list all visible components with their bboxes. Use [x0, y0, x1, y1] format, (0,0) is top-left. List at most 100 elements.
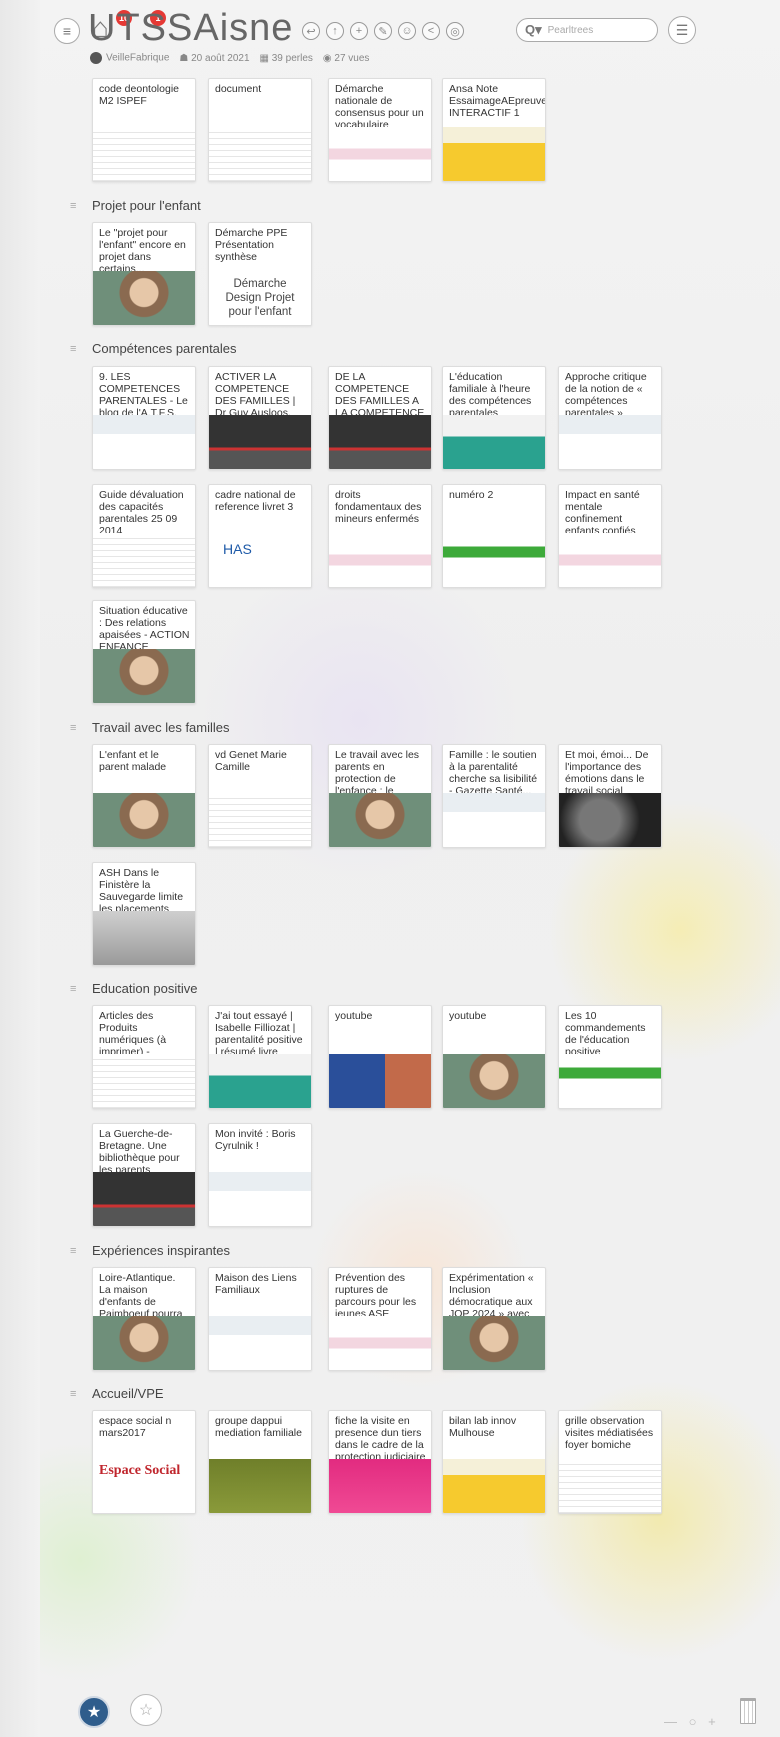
pearl-thumbnail — [93, 1172, 195, 1226]
section-title[interactable]: ≡ Education positive — [70, 981, 198, 996]
pearl-card[interactable]: Démarche PPE Présentation synthèse Démarc… — [208, 222, 312, 326]
pearl-card[interactable]: Le "projet pour l'enfant" encore en proj… — [92, 222, 196, 326]
pearl-title: Prévention des ruptures de parcours pour… — [335, 1272, 417, 1318]
pearl-card[interactable]: Loire-Atlantique. La maison d'enfants de… — [92, 1267, 196, 1371]
share-icon[interactable]: < — [422, 22, 440, 40]
pearl-title: youtube — [449, 1010, 487, 1022]
pearl-card[interactable]: DE LA COMPETENCE DES FAMILLES A LA COMPE… — [328, 366, 432, 470]
pearl-card[interactable]: numéro 2 — [442, 484, 546, 588]
pearl-title: Démarche PPE Présentation synthèse — [215, 227, 288, 263]
pearl-card[interactable]: Articles des Produits numériques (à impr… — [92, 1005, 196, 1109]
section-title[interactable]: ≡ Expériences inspirantes — [70, 1243, 230, 1258]
pearl-title: La Guerche-de-Bretagne. Une bibliothèque… — [99, 1128, 180, 1174]
pearl-card[interactable]: vd Genet Marie Camille — [208, 744, 312, 848]
pearl-title: droits fondamentaux des mineurs enfermés — [335, 489, 422, 525]
pearl-card[interactable]: Impact en santé mentale confinement enfa… — [558, 484, 662, 588]
pearl-card[interactable]: Guide dévaluation des capacités parental… — [92, 484, 196, 588]
pearl-card[interactable]: Les 10 commandements de l'éducation posi… — [558, 1005, 662, 1109]
section-title[interactable]: ≡ Accueil/VPE — [70, 1386, 164, 1401]
pearl-card[interactable]: bilan lab innov Mulhouse — [442, 1410, 546, 1514]
pearl-card[interactable]: L'éducation familiale à l'heure des comp… — [442, 366, 546, 470]
pearl-card[interactable]: Le travail avec les parents en protectio… — [328, 744, 432, 848]
pearl-card[interactable]: Ansa Note EssaimageAEpreuveTerrain INTER… — [442, 78, 546, 182]
pearl-card[interactable]: Démarche nationale de consensus pour un … — [328, 78, 432, 182]
section-title[interactable]: ≡ Projet pour l'enfant — [70, 198, 201, 213]
pearl-card[interactable]: cadre national de reference livret 3 HAS — [208, 484, 312, 588]
pearl-title: L'enfant et le parent malade — [99, 749, 167, 773]
pearl-card[interactable]: Famille : le soutien à la parentalité ch… — [442, 744, 546, 848]
pearl-card[interactable]: Prévention des ruptures de parcours pour… — [328, 1267, 432, 1371]
bottom-bar: ★ ☆ — ○ + — [0, 1690, 780, 1737]
view-count-text: 27 vues — [334, 52, 370, 64]
pearl-thumbnail — [329, 533, 431, 587]
search-input[interactable]: Q▾ Pearltrees — [516, 18, 658, 42]
avatar — [90, 52, 102, 64]
pearl-card[interactable]: Et moi, émoi... De l'importance des émot… — [558, 744, 662, 848]
pearl-card[interactable]: droits fondamentaux des mineurs enfermés — [328, 484, 432, 588]
pearl-thumbnail — [209, 1172, 311, 1226]
pearl-card[interactable]: espace social n mars2017 Espace Social — [92, 1410, 196, 1514]
edit-icon[interactable]: ✎ — [374, 22, 392, 40]
trash-icon[interactable] — [740, 1698, 756, 1724]
collection-star-icon[interactable]: ★ — [78, 1696, 110, 1728]
pearl-thumbnail — [559, 1054, 661, 1108]
pearl-thumbnail — [443, 415, 545, 469]
drag-handle-icon[interactable]: ≡ — [70, 200, 80, 212]
star-icon[interactable]: ☆ — [130, 1694, 162, 1726]
drag-handle-icon[interactable]: ≡ — [70, 343, 80, 355]
search-icon: Q▾ — [525, 22, 542, 37]
team-icon[interactable]: ☺ — [398, 22, 416, 40]
pearl-card[interactable]: Situation éducative : Des relations apai… — [92, 600, 196, 704]
target-icon[interactable]: ◎ — [446, 22, 464, 40]
section-title-text: Compétences parentales — [92, 341, 237, 356]
pearl-title: Démarche nationale de consensus pour un … — [335, 83, 424, 129]
pearl-card[interactable]: ACTIVER LA COMPETENCE DES FAMILLES | Dr … — [208, 366, 312, 470]
pearl-title: vd Genet Marie Camille — [215, 749, 287, 773]
pearl-thumbnail — [209, 127, 311, 181]
pearl-card[interactable]: groupe dappui mediation familiale — [208, 1410, 312, 1514]
back-icon[interactable]: ↩ — [302, 22, 320, 40]
pearl-title: numéro 2 — [449, 489, 494, 501]
pearl-card[interactable]: L'enfant et le parent malade — [92, 744, 196, 848]
pearl-title: Articles des Produits numériques (à impr… — [99, 1010, 167, 1056]
pearl-card[interactable]: La Guerche-de-Bretagne. Une bibliothèque… — [92, 1123, 196, 1227]
menu-icon[interactable]: ≡ — [54, 18, 80, 44]
pearl-card[interactable]: Mon invité : Boris Cyrulnik ! — [208, 1123, 312, 1227]
pearl-thumbnail — [443, 127, 545, 181]
pearl-card[interactable]: ASH Dans le Finistère la Sauvegarde limi… — [92, 862, 196, 966]
pearl-card[interactable]: Expérimentation « Inclusion démocratique… — [442, 1267, 546, 1371]
pearl-card[interactable]: Approche critique de la notion de « comp… — [558, 366, 662, 470]
up-arrow-icon[interactable]: ↑ — [326, 22, 344, 40]
pearl-thumbnail — [329, 1316, 431, 1370]
thumbnail-text: Démarche Design Projet pour l'enfant — [225, 278, 295, 318]
section-title[interactable]: ≡ Travail avec les familles — [70, 720, 230, 735]
pearl-card[interactable]: fiche la visite en presence dun tiers da… — [328, 1410, 432, 1514]
zoom-control[interactable]: — ○ + — [664, 1714, 720, 1729]
author[interactable]: VeilleFabrique — [90, 52, 169, 64]
pearl-card[interactable]: code deontologie M2 ISPEF — [92, 78, 196, 182]
section-title-text: Travail avec les familles — [92, 720, 230, 735]
options-menu-icon[interactable]: ☰ — [668, 16, 696, 44]
add-icon[interactable]: + — [350, 22, 368, 40]
pearl-card[interactable]: Maison des Liens Familiaux — [208, 1267, 312, 1371]
drag-handle-icon[interactable]: ≡ — [70, 1245, 80, 1257]
pearl-thumbnail — [209, 1316, 311, 1370]
pearl-title: Impact en santé mentale confinement enfa… — [565, 489, 640, 535]
top-bar: ≡ ⌂ 10 1 UTSSAisne ↩ ↑ + ✎ ☺ < ◎ Q▾ Pear… — [0, 0, 780, 72]
drag-handle-icon[interactable]: ≡ — [70, 722, 80, 734]
pearl-card[interactable]: youtube — [328, 1005, 432, 1109]
drag-handle-icon[interactable]: ≡ — [70, 983, 80, 995]
drag-handle-icon[interactable]: ≡ — [70, 1388, 80, 1400]
section-title[interactable]: ≡ Compétences parentales — [70, 341, 237, 356]
pearl-card[interactable]: grille observation visites médiatisées f… — [558, 1410, 662, 1514]
pearl-card[interactable]: document — [208, 78, 312, 182]
title-wrap: UTSSAisne — [88, 6, 293, 50]
pearl-card[interactable]: 9. LES COMPETENCES PARENTALES - Le blog … — [92, 366, 196, 470]
pearl-thumbnail — [559, 793, 661, 847]
pearl-card[interactable]: youtube — [442, 1005, 546, 1109]
view-count: ◉ 27 vues — [322, 52, 370, 64]
pearl-thumbnail — [329, 127, 431, 181]
pearl-card[interactable]: J'ai tout essayé | Isabelle Filliozat | … — [208, 1005, 312, 1109]
pearl-title: Le "projet pour l'enfant" encore en proj… — [99, 227, 186, 273]
pearl-title: grille observation visites médiatisées f… — [565, 1415, 654, 1451]
